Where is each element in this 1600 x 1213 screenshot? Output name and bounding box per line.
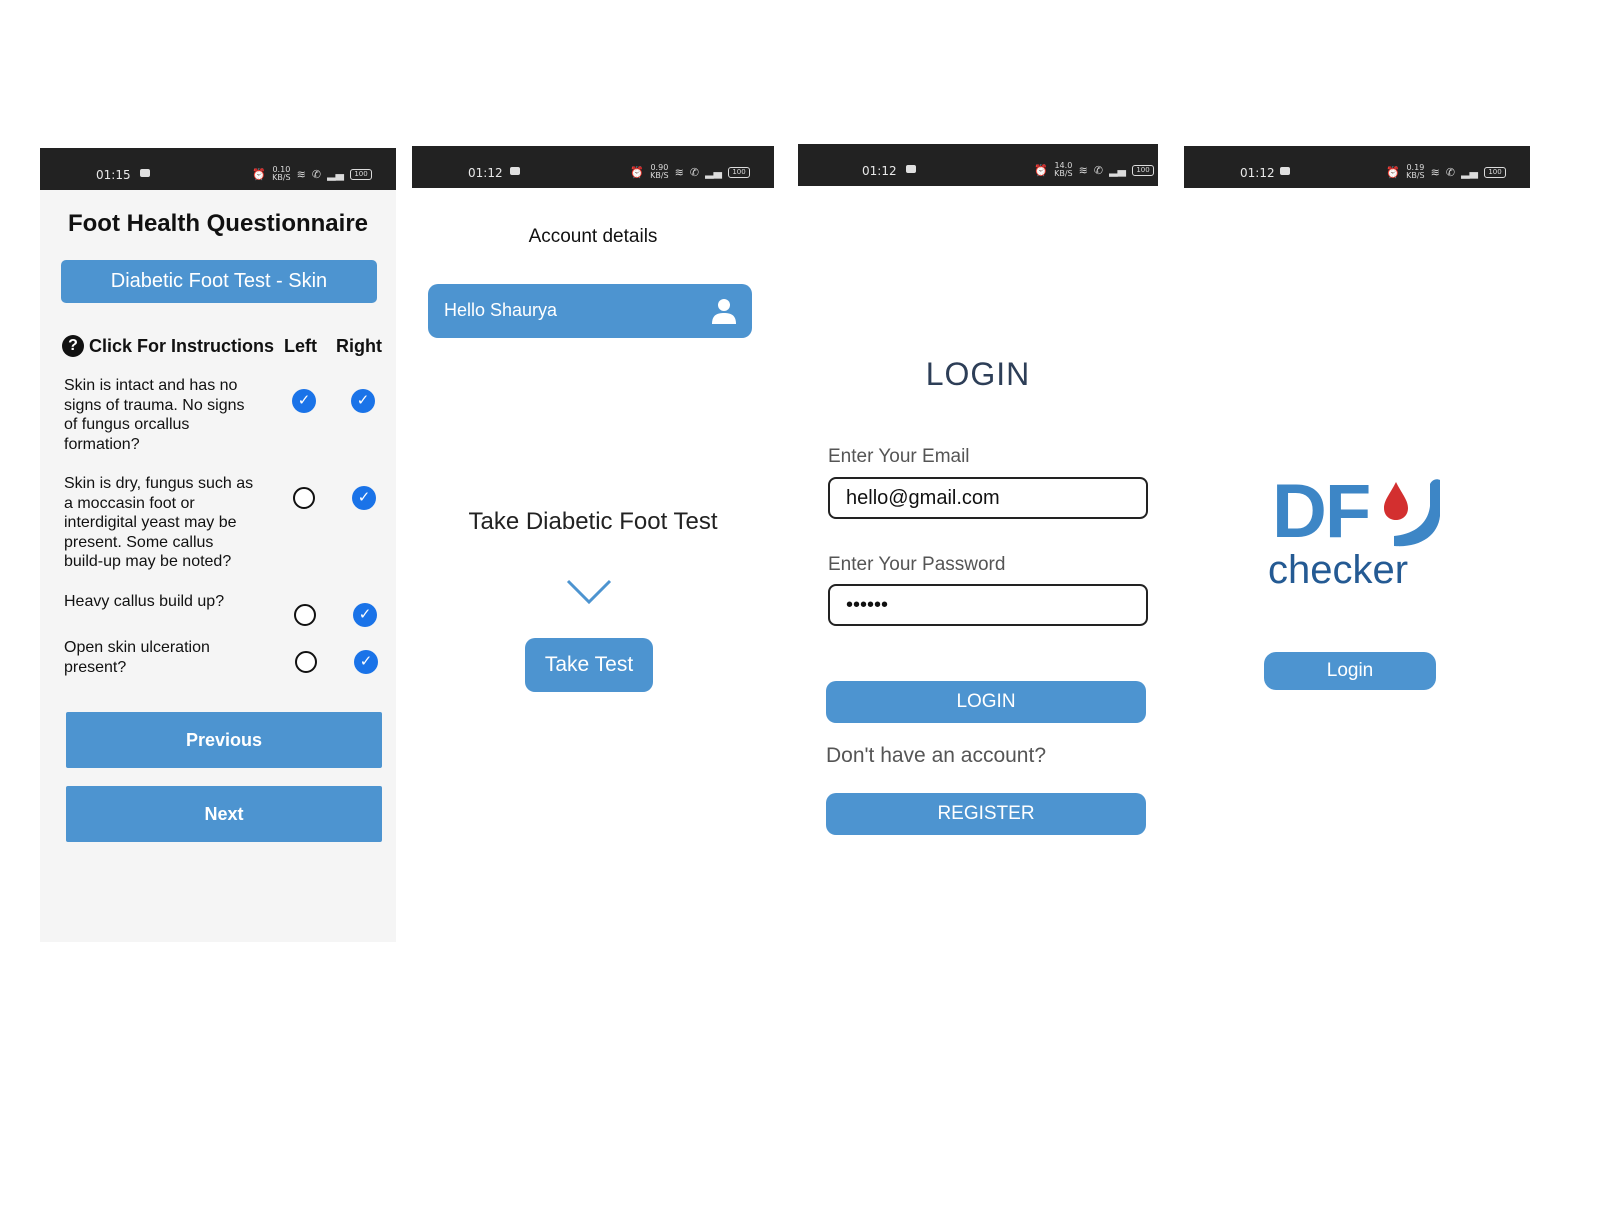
signal-icon: ▂▄ [1109,163,1126,177]
question-text: Heavy callus build up? [64,593,225,610]
user-icon[interactable] [710,297,738,325]
network-speed: 14.0 KB/S [1054,161,1073,178]
alarm-icon: ⏰ [1034,163,1049,177]
take-test-heading: Take Diabetic Foot Test [468,508,718,535]
status-time: 01:12 [862,164,897,178]
battery-icon: 100 [350,168,372,180]
right-checkbox-checked[interactable]: ✓ [354,650,378,674]
status-bar: 01:12 ⏰ 0.19 KB/S ≋ ✆ ▂▄ 100 [1184,146,1530,188]
status-icons: ⏰ 14.0 KB/S ≋ ✆ ▂▄ 100 [1034,162,1154,178]
call-icon: ✆ [689,165,700,179]
page-title: Foot Health Questionnaire [67,210,369,237]
status-icons: ⏰ 0.90 KB/S ≋ ✆ ▂▄ 100 [630,164,750,180]
left-radio-unchecked[interactable] [293,487,315,509]
next-button[interactable]: Next [66,786,382,842]
questionnaire-screen: 01:15 ⏰ 0.10 KB/S ≋ ✆ ▂▄ 100 Foot Health… [40,148,396,942]
left-checkbox-checked[interactable]: ✓ [292,389,316,413]
register-button[interactable]: REGISTER [826,793,1146,835]
network-speed: 0.10 KB/S [272,165,291,182]
previous-button[interactable]: Previous [66,712,382,768]
right-checkbox-checked[interactable]: ✓ [351,389,375,413]
take-test-button[interactable]: Take Test [525,638,653,692]
no-account-text: Don't have an account? [826,744,1046,767]
recording-icon [140,169,150,177]
battery-icon: 100 [1132,164,1154,176]
alarm-icon: ⏰ [252,167,267,181]
email-field[interactable]: hello@gmail.com [828,477,1148,519]
instructions-link[interactable]: Click For Instructions [89,336,274,357]
wifi-icon: ≋ [1078,163,1088,177]
user-greeting-bar[interactable]: Hello Shaurya [428,284,752,338]
left-radio-unchecked[interactable] [295,651,317,673]
splash-screen: 01:12 ⏰ 0.19 KB/S ≋ ✆ ▂▄ 100 DF checker … [1184,146,1530,706]
call-icon: ✆ [1093,163,1104,177]
status-time: 01:12 [468,166,503,180]
alarm-icon: ⏰ [1386,165,1401,179]
status-bar: 01:15 ⏰ 0.10 KB/S ≋ ✆ ▂▄ 100 [40,148,396,190]
logo-df-text: DF [1272,469,1371,554]
column-header-left: Left [284,336,317,356]
right-checkbox-checked[interactable]: ✓ [353,603,377,627]
blood-drop-foot-icon [1384,479,1440,547]
app-logo: DF checker [1266,468,1446,598]
login-screen: 01:12 ⏰ 14.0 KB/S ≋ ✆ ▂▄ 100 LOGIN Enter… [798,144,1158,864]
call-icon: ✆ [1445,165,1456,179]
column-header-right: Right [336,336,382,356]
password-label: Enter Your Password [828,554,1006,575]
recording-icon [906,165,916,173]
battery-icon: 100 [728,166,750,178]
question-text: Skin is dry, fungus such as a moccasin f… [64,475,254,570]
password-field[interactable]: •••••• [828,584,1148,626]
recording-icon [1280,167,1290,175]
help-icon[interactable]: ? [62,335,84,357]
instructions-row: ? Click For Instructions Left Right [62,334,382,360]
status-time: 01:15 [96,168,131,182]
alarm-icon: ⏰ [630,165,645,179]
wifi-icon: ≋ [1430,165,1440,179]
question-text: Skin is intact and has no signs of traum… [64,377,245,453]
signal-icon: ▂▄ [705,165,722,179]
status-icons: ⏰ 0.19 KB/S ≋ ✆ ▂▄ 100 [1386,164,1506,180]
call-icon: ✆ [311,167,322,181]
email-label: Enter Your Email [828,446,970,467]
page-title: Account details [528,226,658,247]
network-speed: 0.90 KB/S [650,163,669,180]
logo-checker-text: checker [1268,548,1409,592]
status-bar: 01:12 ⏰ 14.0 KB/S ≋ ✆ ▂▄ 100 [798,144,1158,186]
status-icons: ⏰ 0.10 KB/S ≋ ✆ ▂▄ 100 [252,166,372,182]
greeting-text: Hello Shaurya [444,300,558,320]
login-button[interactable]: LOGIN [826,681,1146,723]
left-radio-unchecked[interactable] [294,604,316,626]
login-button[interactable]: Login [1264,652,1436,690]
status-bar: 01:12 ⏰ 0.90 KB/S ≋ ✆ ▂▄ 100 [412,146,774,188]
chevron-down-icon [566,579,612,605]
right-checkbox-checked[interactable]: ✓ [352,486,376,510]
question-text: Open skin ulceration present? [64,639,210,676]
signal-icon: ▂▄ [1461,165,1478,179]
wifi-icon: ≋ [674,165,684,179]
section-banner: Diabetic Foot Test - Skin [61,260,377,303]
account-screen: 01:12 ⏰ 0.90 KB/S ≋ ✆ ▂▄ 100 Account det… [412,146,774,706]
status-time: 01:12 [1240,166,1275,180]
network-speed: 0.19 KB/S [1406,163,1425,180]
page-title: LOGIN [925,356,1031,392]
wifi-icon: ≋ [296,167,306,181]
battery-icon: 100 [1484,166,1506,178]
recording-icon [510,167,520,175]
signal-icon: ▂▄ [327,167,344,181]
